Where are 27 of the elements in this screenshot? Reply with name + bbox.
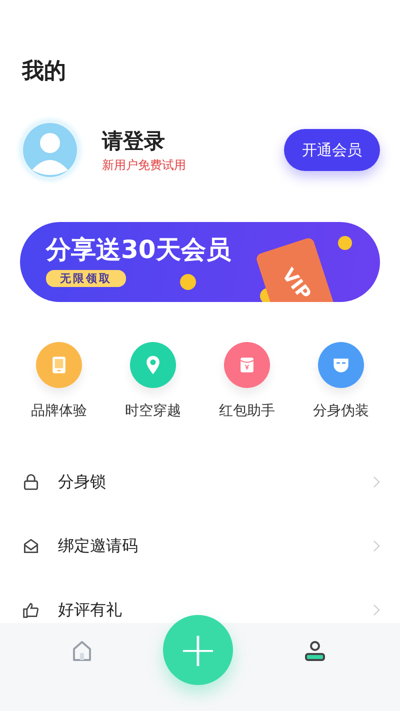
shortcut-label: 分身伪装 <box>313 402 369 420</box>
shortcut-label: 时空穿越 <box>125 402 181 420</box>
menu-item[interactable]: 分身锁 <box>58 472 106 492</box>
chevron-icon <box>373 540 380 552</box>
banner-headline: 分享送30天会员 <box>46 234 231 266</box>
chevron-icon <box>373 476 380 488</box>
envelope-icon <box>22 537 40 555</box>
phone-icon[interactable] <box>36 342 82 388</box>
envelope-icon[interactable] <box>224 342 270 388</box>
menu-item[interactable]: 绑定邀请码 <box>58 536 138 556</box>
coin-icon <box>180 274 196 290</box>
menu-item[interactable]: 好评有礼 <box>58 600 122 620</box>
mask-icon[interactable] <box>318 342 364 388</box>
membership-button[interactable]: 开通会员 <box>284 129 380 171</box>
promo-banner[interactable]: 分享送30天会员 无限领取 VIP <box>20 222 380 302</box>
chevron-icon <box>373 604 380 616</box>
coin-icon <box>338 236 352 250</box>
page-title: 我的 <box>20 58 67 86</box>
thumbs-up-icon <box>22 601 40 619</box>
trial-note: 新用户免费试用 <box>102 156 186 174</box>
avatar-placeholder <box>20 120 80 180</box>
pin-icon[interactable] <box>130 342 176 388</box>
shortcut-label: 品牌体验 <box>31 402 87 420</box>
banner-tag: 无限领取 <box>46 270 126 287</box>
shortcut-label: 红包助手 <box>219 402 275 420</box>
lock-icon <box>22 473 40 491</box>
login-prompt[interactable]: 请登录 <box>102 126 165 154</box>
